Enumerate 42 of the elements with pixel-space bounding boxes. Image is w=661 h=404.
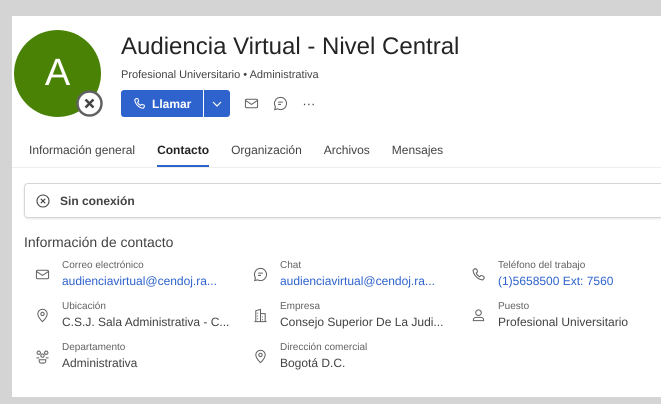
call-button[interactable]: Llamar bbox=[121, 90, 204, 117]
field-value: C.S.J. Sala Administrativa - C... bbox=[62, 315, 230, 329]
person-icon bbox=[471, 308, 486, 322]
field-label: Ubicación bbox=[62, 301, 107, 312]
field-link[interactable]: audienciavirtual@cendoj.ra... bbox=[62, 274, 217, 288]
field-label: Puesto bbox=[498, 301, 530, 312]
phone-icon bbox=[471, 266, 486, 282]
location-pin-icon bbox=[35, 308, 50, 322]
mail-button[interactable] bbox=[244, 96, 260, 111]
contact-name: Audiencia Virtual - Nivel Central bbox=[121, 32, 460, 62]
people-group-icon bbox=[35, 348, 50, 364]
field-label: Correo electrónico bbox=[62, 260, 145, 271]
section-title: Información de contacto bbox=[24, 234, 174, 250]
chat-icon bbox=[273, 96, 288, 111]
mail-icon bbox=[244, 96, 260, 111]
field-value: Bogotá D.C. bbox=[280, 356, 346, 370]
building-icon bbox=[253, 308, 268, 322]
banner-text: Sin conexión bbox=[60, 194, 135, 208]
contact-subtitle: Profesional Universitario • Administrativa bbox=[121, 69, 320, 81]
field-link[interactable]: (1)5658500 Ext: 7560 bbox=[498, 274, 614, 288]
tab[interactable]: Mensajes bbox=[392, 139, 444, 167]
field-value: Consejo Superior De La Judi... bbox=[280, 315, 444, 329]
more-options-button[interactable]: ··· bbox=[302, 96, 316, 111]
chat-icon bbox=[253, 266, 268, 282]
chat-button[interactable] bbox=[273, 96, 288, 111]
field-label: Teléfono del trabajo bbox=[498, 260, 586, 271]
offline-icon bbox=[36, 194, 50, 208]
field-label: Departamento bbox=[62, 342, 126, 353]
field-label: Chat bbox=[280, 260, 302, 271]
phone-icon bbox=[133, 97, 146, 110]
call-options-dropdown[interactable] bbox=[203, 90, 230, 117]
field-value: Profesional Universitario bbox=[498, 315, 628, 329]
tab[interactable]: Organización bbox=[231, 139, 302, 167]
tab[interactable]: Información general bbox=[29, 139, 136, 167]
tab[interactable]: Contacto bbox=[157, 139, 210, 167]
location-pin-icon bbox=[253, 348, 268, 364]
field-label: Dirección comercial bbox=[280, 342, 368, 353]
field-value: Administrativa bbox=[62, 356, 138, 370]
field-label: Empresa bbox=[280, 301, 322, 312]
field-link[interactable]: audienciavirtual@cendoj.ra... bbox=[280, 274, 435, 288]
avatar: A bbox=[14, 30, 101, 117]
tab[interactable]: Archivos bbox=[324, 139, 370, 167]
